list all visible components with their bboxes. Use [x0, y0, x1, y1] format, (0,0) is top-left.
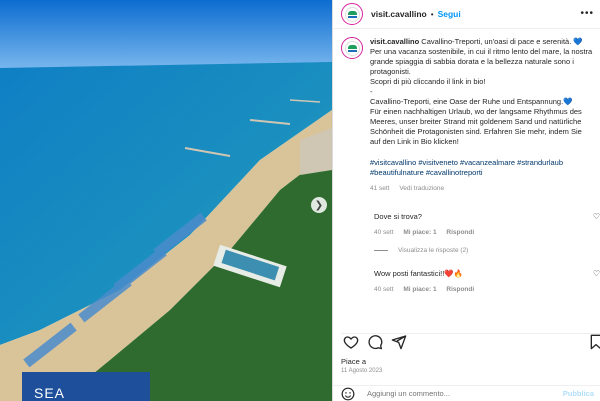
caption-avatar[interactable] [341, 37, 363, 59]
caption-line-4: - [370, 87, 373, 96]
caption-time: 41 sett [370, 185, 390, 192]
caption-line-6: Für einen nachhaltigen Urlaub, wo der la… [370, 107, 582, 146]
post-photo[interactable]: ❯ SEA [0, 0, 332, 401]
post-header: visit.cavallino • Segui ••• [333, 0, 600, 29]
heart-icon[interactable] [343, 334, 359, 350]
view-replies-button[interactable]: Visualizza le risposte (2) [374, 247, 468, 254]
comment-likes[interactable]: Mi piace: 1 [403, 286, 436, 293]
comment-text: Dove si trova? [374, 212, 422, 221]
follow-button[interactable]: Segui [438, 9, 461, 19]
caption-line-1: Cavallino-Treporti, un'oasi di pace e se… [421, 37, 583, 46]
action-bar [341, 333, 600, 350]
comment-input[interactable] [367, 389, 517, 398]
comment-time: 40 sett [374, 286, 394, 293]
separator-dot: • [430, 9, 434, 19]
caption-username[interactable]: visit.cavallino [370, 37, 419, 46]
instagram-post: ❯ SEA visit.cavallino • Segui ••• visit.… [0, 0, 600, 401]
reply-button[interactable]: Rispondi [446, 229, 474, 236]
share-icon[interactable] [391, 334, 407, 350]
sea-label: SEA [22, 372, 150, 401]
comment-item: Dove si trova? 40 sett Mi piace: 1 Rispo… [374, 212, 600, 236]
caption-line-3: Scopri di più cliccando il link in bio! [370, 77, 486, 86]
comment-likes[interactable]: Mi piace: 1 [403, 229, 436, 236]
chevron-right-icon: ❯ [314, 199, 324, 211]
comment-time: 40 sett [374, 229, 394, 236]
bookmark-icon[interactable] [588, 334, 600, 350]
aerial-beach-image [0, 0, 332, 401]
comment-heart-icon[interactable]: ♡ [593, 212, 600, 221]
post-caption: visit.cavallino Cavallino-Treporti, un'o… [341, 37, 594, 194]
view-replies-label: Visualizza le risposte (2) [398, 247, 469, 254]
comment-heart-icon[interactable]: ♡ [593, 269, 600, 278]
emoji-icon[interactable] [341, 387, 355, 401]
post-side-panel: visit.cavallino • Segui ••• visit.cavall… [332, 0, 600, 401]
next-photo-button[interactable]: ❯ [311, 197, 327, 213]
likes-summary[interactable]: Piace a [341, 357, 366, 366]
caption-line-5: Cavallino-Treporti, eine Oase der Ruhe u… [370, 97, 573, 106]
comment-text: Wow posti fantastici!!❤️🔥 [374, 269, 463, 278]
username-link[interactable]: visit.cavallino [371, 9, 427, 19]
post-date: 11 Agosto 2023 [341, 368, 383, 374]
publish-button[interactable]: Pubblica [563, 389, 594, 398]
comment-item: Wow posti fantastici!!❤️🔥 40 sett Mi pia… [374, 269, 600, 293]
hashtags[interactable]: #visitcavallino #visitveneto #vacanzealm… [370, 158, 594, 178]
caption-line-2: Per una vacanza sostenibile, in cui il r… [370, 47, 593, 76]
comment-icon[interactable] [367, 334, 383, 350]
add-comment-bar: Pubblica [333, 385, 600, 401]
translate-link[interactable]: Vedi traduzione [399, 185, 444, 192]
reply-button[interactable]: Rispondi [446, 286, 474, 293]
more-icon[interactable]: ••• [580, 8, 594, 19]
avatar[interactable] [341, 3, 363, 25]
